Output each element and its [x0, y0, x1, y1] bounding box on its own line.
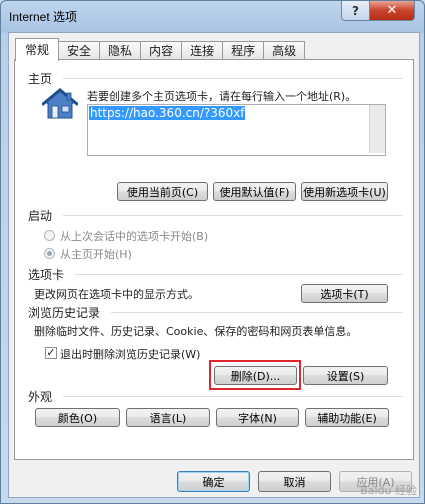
history-title: 浏览历史记录: [28, 306, 101, 320]
tab-advanced[interactable]: 高级: [263, 41, 306, 61]
appearance-divider: [63, 396, 403, 397]
general-panel: 主页 若要创建多个主页选项卡，请在每行输入一个地址(R)。 https://ha…: [14, 59, 414, 460]
tab-connections[interactable]: 连接: [181, 41, 224, 61]
dialog-client: 常规 安全 隐私 内容 连接 程序 高级 主页 若要创建多个主页选项卡，请在每行…: [8, 32, 420, 498]
startup-home-radio[interactable]: [44, 248, 55, 259]
homepage-description: 若要创建多个主页选项卡，请在每行输入一个地址(R)。: [87, 90, 357, 103]
startup-last-session-radio[interactable]: [44, 230, 55, 241]
tabs-settings-button[interactable]: 选项卡(T): [301, 284, 388, 303]
tabs-section-title: 选项卡: [28, 268, 65, 282]
use-current-button[interactable]: 使用当前页(C): [117, 182, 208, 201]
history-settings-button[interactable]: 设置(S): [303, 366, 388, 385]
homepage-divider: [63, 78, 403, 79]
tab-strip: 常规 安全 隐私 内容 连接 程序 高级: [15, 38, 306, 61]
startup-home-label: 从主页开始(H): [60, 248, 132, 261]
tab-privacy[interactable]: 隐私: [99, 41, 142, 61]
use-default-button[interactable]: 使用默认值(F): [213, 182, 296, 201]
homepage-textbox[interactable]: https://hao.360.cn/?360xf: [87, 104, 386, 156]
tabs-section-divider: [75, 274, 403, 275]
homepage-scrollbar[interactable]: [369, 105, 385, 153]
window-title: Internet 选项: [9, 10, 78, 24]
tab-programs[interactable]: 程序: [222, 41, 265, 61]
history-divider: [111, 312, 403, 313]
colors-button[interactable]: 颜色(O): [35, 408, 120, 427]
title-bar: Internet 选项 ? ✕: [1, 1, 424, 31]
tabs-section-description: 更改网页在选项卡中的显示方式。: [34, 288, 199, 301]
accessibility-button[interactable]: 辅助功能(E): [305, 408, 389, 427]
homepage-url: https://hao.360.cn/?360xf: [89, 106, 246, 120]
internet-options-window: Internet 选项 ? ✕ 常规 安全 隐私 内容 连接 程序 高级 主页: [0, 0, 425, 504]
startup-last-session-label: 从上次会话中的选项卡开始(B): [60, 230, 209, 243]
history-description: 删除临时文件、历史记录、Cookie、保存的密码和网页表单信息。: [34, 325, 358, 338]
appearance-title: 外观: [28, 390, 53, 404]
help-button[interactable]: ?: [341, 1, 370, 21]
delete-history-button[interactable]: 删除(D)...: [214, 366, 297, 385]
startup-title: 启动: [28, 209, 53, 223]
tab-general[interactable]: 常规: [15, 38, 60, 61]
fonts-button[interactable]: 字体(N): [216, 408, 299, 427]
startup-divider: [63, 215, 403, 216]
delete-on-exit-label: 退出时删除浏览历史记录(W): [60, 348, 201, 361]
cancel-button[interactable]: 取消: [258, 471, 331, 492]
homepage-title: 主页: [28, 72, 53, 86]
tab-security[interactable]: 安全: [58, 41, 101, 61]
languages-button[interactable]: 语言(L): [126, 408, 210, 427]
use-new-tab-button[interactable]: 使用新选项卡(U): [301, 182, 388, 201]
delete-on-exit-checkbox[interactable]: ✓: [45, 347, 57, 359]
close-button[interactable]: ✕: [369, 1, 415, 21]
tab-content[interactable]: 内容: [140, 41, 183, 61]
house-icon: [42, 88, 78, 119]
watermark-text: Baidu 经验: [360, 484, 417, 497]
ok-button[interactable]: 确定: [177, 471, 250, 492]
